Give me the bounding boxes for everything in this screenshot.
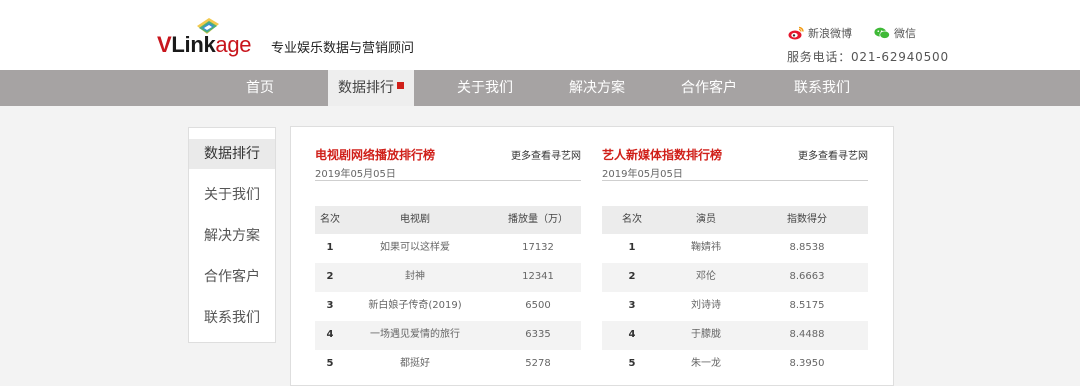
title-cell[interactable]: 新白娘子传奇(2019) (355, 292, 475, 320)
rank-cell: 3 (326, 300, 334, 311)
artist-ranking-title[interactable]: 艺人新媒体指数排行榜 (602, 146, 722, 163)
sidebar-item-data-ranking[interactable]: 数据排行 (189, 139, 275, 169)
rank-cell: 5 (628, 358, 636, 369)
score-cell: 8.8538 (789, 242, 825, 253)
table-row: 3 刘诗诗 8.5175 (602, 292, 868, 321)
column-header: 名次 (320, 214, 340, 225)
table-row: 1 如果可以这样爱 17132 (315, 234, 581, 263)
sidebar-item-clients[interactable]: 合作客户 (189, 262, 275, 292)
nav-item-about[interactable]: 关于我们 (445, 70, 525, 106)
artist-cell[interactable]: 于朦胧 (674, 321, 738, 349)
nav-item-data-ranking[interactable]: 数据排行 (328, 70, 414, 106)
table-row: 2 邓伦 8.6663 (602, 263, 868, 292)
logo-v: V (157, 32, 172, 57)
table-row: 2 封神 12341 (315, 263, 581, 292)
title-cell[interactable]: 如果可以这样爱 (355, 234, 475, 262)
value-cell: 17132 (522, 242, 554, 253)
column-header: 播放量（万） (508, 214, 568, 225)
column-header: 名次 (622, 214, 642, 225)
score-cell: 8.3950 (789, 358, 825, 369)
score-cell: 8.4488 (789, 329, 825, 340)
artist-ranking-more-link[interactable]: 更多查看寻艺网 (798, 147, 868, 162)
table-row: 5 都挺好 5278 (315, 350, 581, 379)
rank-cell: 1 (326, 242, 334, 253)
score-cell: 8.5175 (789, 300, 825, 311)
wechat-label: 微信 (894, 27, 916, 40)
divider (315, 180, 581, 181)
value-cell: 6335 (525, 329, 551, 340)
column-header: 指数得分 (787, 214, 827, 225)
weibo-icon (788, 26, 804, 40)
rank-cell: 4 (326, 329, 334, 340)
value-cell: 12341 (522, 271, 554, 282)
score-cell: 8.6663 (789, 271, 825, 282)
artist-cell[interactable]: 鞠婧祎 (674, 234, 738, 262)
sidebar-item-contact[interactable]: 联系我们 (189, 303, 275, 333)
column-header: 演员 (696, 214, 716, 225)
logo-mark-icon (197, 18, 219, 34)
artist-ranking-date: 2019年05月05日 (602, 169, 683, 180)
rank-cell: 4 (628, 329, 636, 340)
table-row: 5 朱一龙 8.3950 (602, 350, 868, 379)
value-cell: 5278 (525, 358, 551, 369)
main-nav: 首页 数据排行 关于我们 解决方案 合作客户 联系我们 (0, 70, 1080, 106)
title-cell[interactable]: 一场遇见爱情的旅行 (355, 321, 475, 349)
table-row: 4 一场遇见爱情的旅行 6335 (315, 321, 581, 350)
table-row: 4 于朦胧 8.4488 (602, 321, 868, 350)
rank-cell: 5 (326, 358, 334, 369)
sidebar-item-solutions[interactable]: 解决方案 (189, 221, 275, 251)
wechat-icon (874, 27, 890, 39)
weibo-label: 新浪微博 (808, 27, 852, 40)
tv-ranking-more-link[interactable]: 更多查看寻艺网 (511, 147, 581, 162)
nav-item-contact[interactable]: 联系我们 (782, 70, 862, 106)
title-cell[interactable]: 都挺好 (355, 350, 475, 378)
wechat-link[interactable]: 微信 (874, 25, 916, 41)
value-cell: 6500 (525, 300, 551, 311)
tv-table-header: 名次 电视剧 播放量（万） (315, 206, 581, 234)
ranking-content: 电视剧网络播放排行榜 更多查看寻艺网 2019年05月05日 名次 电视剧 播放… (290, 126, 894, 386)
service-phone: 服务电话：021-62940500 (787, 50, 949, 64)
logo[interactable]: VLinkage (157, 18, 252, 57)
sidebar-item-about[interactable]: 关于我们 (189, 180, 275, 210)
artist-cell[interactable]: 邓伦 (674, 263, 738, 291)
artist-table-header: 名次 演员 指数得分 (602, 206, 868, 234)
artist-cell[interactable]: 朱一龙 (674, 350, 738, 378)
column-header: 电视剧 (400, 214, 430, 225)
rank-cell: 3 (628, 300, 636, 311)
tv-ranking-date: 2019年05月05日 (315, 169, 396, 180)
rank-cell: 1 (628, 242, 636, 253)
artist-cell[interactable]: 刘诗诗 (674, 292, 738, 320)
new-badge-icon (397, 82, 404, 89)
title-cell[interactable]: 封神 (355, 263, 475, 291)
nav-item-clients[interactable]: 合作客户 (669, 70, 749, 106)
table-row: 1 鞠婧祎 8.8538 (602, 234, 868, 263)
sidebar: 数据排行 关于我们 解决方案 合作客户 联系我们 (188, 127, 276, 343)
site-header: VLinkage 专业娱乐数据与营销顾问 新浪微博 微信 服务电话：021-62… (0, 0, 1080, 70)
nav-item-home[interactable]: 首页 (220, 70, 300, 106)
rank-cell: 2 (628, 271, 636, 282)
rank-cell: 2 (326, 271, 334, 282)
table-row: 3 新白娘子传奇(2019) 6500 (315, 292, 581, 321)
divider (602, 180, 868, 181)
tagline: 专业娱乐数据与营销顾问 (271, 41, 415, 56)
tv-ranking-title[interactable]: 电视剧网络播放排行榜 (315, 146, 435, 163)
nav-item-solutions[interactable]: 解决方案 (557, 70, 637, 106)
weibo-link[interactable]: 新浪微博 (788, 25, 852, 41)
